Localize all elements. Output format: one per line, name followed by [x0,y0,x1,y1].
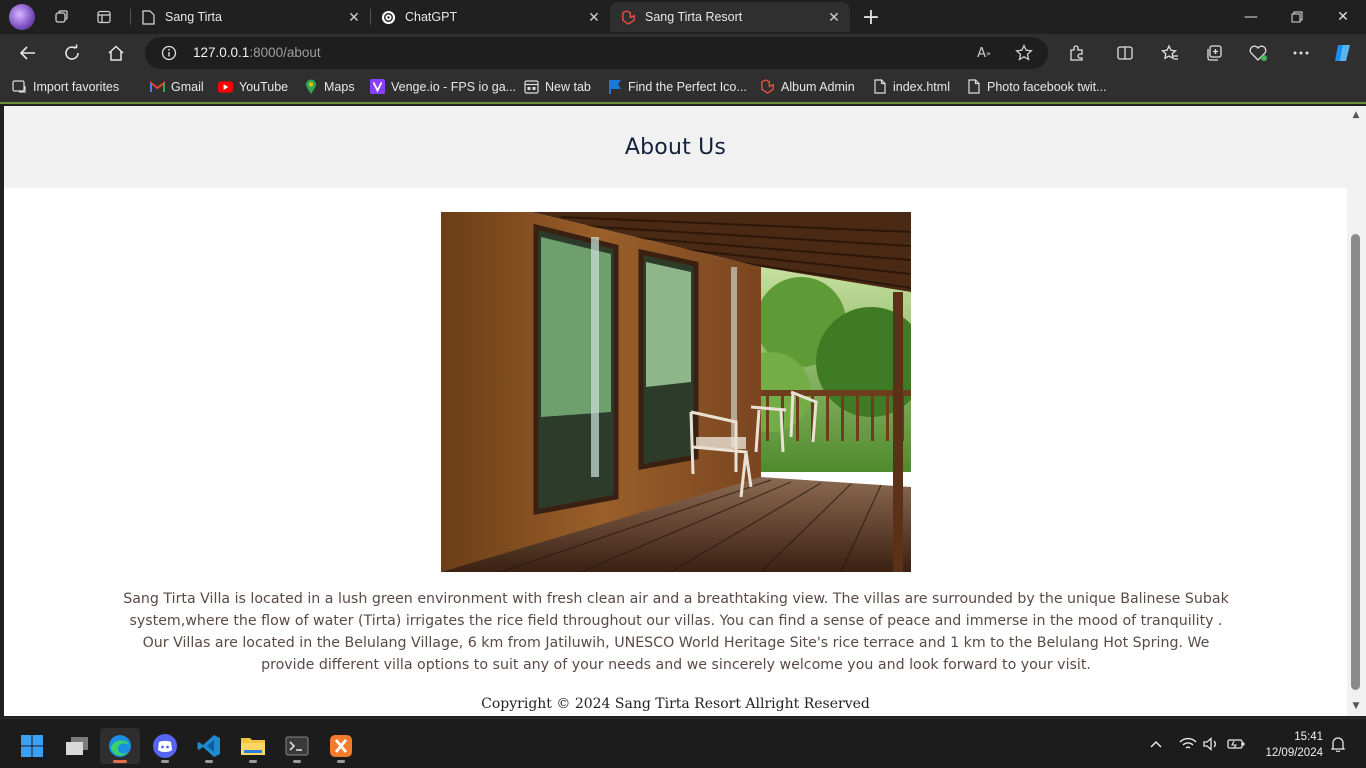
discord-icon[interactable] [145,728,185,764]
favorites-icon[interactable] [1155,38,1185,68]
url-host: 127.0.0.1 [193,45,250,60]
scrollbar-thumb[interactable] [1351,234,1360,690]
file-explorer-icon[interactable] [233,728,273,764]
tab-chatgpt[interactable]: ChatGPT ✕ [370,2,610,32]
back-button[interactable] [13,38,43,68]
bookmarks-bar: Import favorites Gmail YouTube Maps Veng… [0,72,1366,104]
tab-actions-icon[interactable] [84,0,124,34]
bookmark-label: Maps [324,79,355,94]
footer-copyright: Copyright © 2024 Sang Tirta Resort Allri… [481,696,870,712]
close-tab-icon[interactable]: ✕ [586,9,602,25]
terminal-icon[interactable] [277,728,317,764]
windows-start-icon[interactable] [12,728,52,764]
bookmark-label: Album Admin [781,79,855,94]
bookmark-gmail[interactable]: Gmail [150,79,204,94]
system-clock[interactable]: 15:41 12/09/2024 [1265,729,1323,761]
villa-veranda-photo [441,212,911,572]
favorite-star-icon[interactable] [1013,43,1035,63]
xampp-icon[interactable] [321,728,361,764]
new-tab-button[interactable]: + [858,4,884,30]
tab-label: Sang Tirta [165,10,222,24]
volume-icon[interactable] [1200,733,1222,755]
bookmark-label: Venge.io - FPS io ga... [391,79,517,94]
bookmark-label: index.html [893,79,950,94]
url-path: :8000/about [249,45,321,60]
bookmark-find-perfect-icon[interactable]: Find the Perfect Ico... [607,79,747,94]
restore-button[interactable] [1274,0,1320,34]
bookmark-label: Import favorites [33,79,120,94]
tab-label: ChatGPT [405,10,458,24]
wifi-icon[interactable] [1177,733,1199,755]
laravel-icon [620,9,636,25]
scroll-down-arrow-icon[interactable]: ▼ [1350,701,1362,711]
file-icon [966,79,981,94]
scroll-up-arrow-icon[interactable]: ▲ [1350,110,1362,120]
more-options-icon[interactable] [1286,38,1316,68]
clock-time: 15:41 [1294,731,1323,743]
flag-icon [607,79,622,94]
bookmark-label: Photo facebook twit... [987,79,1107,94]
refresh-button[interactable] [57,38,87,68]
youtube-icon [218,79,233,94]
bookmark-label: New tab [545,79,591,94]
bookmark-import-favorites[interactable]: Import favorites [12,79,119,94]
about-description: Sang Tirta Villa is located in a lush gr… [123,591,1229,673]
bookmark-album-admin[interactable]: Album Admin [760,79,855,94]
profile-avatar[interactable] [9,4,35,30]
chatgpt-icon [380,9,396,25]
page-title: About Us [624,134,727,160]
file-icon [872,79,887,94]
bookmark-index-html[interactable]: index.html [872,79,950,94]
notifications-bell-icon[interactable] [1327,733,1349,755]
page-viewport: About Us Sang Tirta Villa is located in … [4,106,1347,716]
read-aloud-icon[interactable]: A» [973,43,995,63]
laravel-icon [760,79,775,94]
bookmark-label: Find the Perfect Ico... [628,79,747,94]
browser-essentials-icon[interactable] [1243,38,1273,68]
browser-title-bar: Sang Tirta ✕ ChatGPT ✕ Sang Tirta Resort… [0,0,1366,34]
workspaces-icon[interactable] [42,0,82,34]
newtab-icon [524,79,539,94]
close-window-button[interactable]: ✕ [1320,0,1366,34]
bookmark-venge[interactable]: Venge.io - FPS io ga... [370,79,516,94]
show-hidden-icons-icon[interactable] [1145,733,1167,755]
edge-icon[interactable] [100,728,140,764]
bookmark-label: Gmail [171,79,204,94]
copilot-icon[interactable] [1328,38,1358,68]
tab-label: Sang Tirta Resort [645,10,743,24]
page-icon [140,9,156,25]
navigation-bar: 127.0.0.1:8000/about A» [0,34,1366,72]
close-tab-icon[interactable]: ✕ [346,9,362,25]
import-icon [12,79,27,94]
task-view-icon[interactable] [57,728,97,764]
vscode-icon[interactable] [189,728,229,764]
split-screen-icon[interactable] [1110,38,1140,68]
about-header: About Us [4,106,1347,188]
bookmark-youtube[interactable]: YouTube [218,79,288,94]
collections-icon[interactable] [1199,38,1229,68]
bookmark-label: YouTube [239,79,289,94]
gmail-icon [150,79,165,94]
tab-sang-tirta-resort[interactable]: Sang Tirta Resort ✕ [610,2,850,32]
address-bar[interactable]: 127.0.0.1:8000/about A» [145,37,1048,69]
bookmark-photo-facebook[interactable]: Photo facebook twit... [966,79,1107,94]
maps-icon [303,79,318,94]
clock-date: 12/09/2024 [1265,747,1323,759]
bookmark-maps[interactable]: Maps [303,79,355,94]
windows-taskbar: 15:41 12/09/2024 [0,718,1366,768]
battery-icon[interactable] [1225,733,1247,755]
url-text[interactable]: 127.0.0.1:8000/about [193,45,321,60]
venge-icon [370,79,385,94]
bookmark-new-tab[interactable]: New tab [524,79,591,94]
tab-sang-tirta[interactable]: Sang Tirta ✕ [130,2,370,32]
close-tab-icon[interactable]: ✕ [826,9,842,25]
site-info-icon[interactable] [161,45,177,61]
extensions-icon[interactable] [1062,38,1092,68]
minimize-button[interactable]: — [1228,0,1274,34]
home-button[interactable] [101,38,131,68]
